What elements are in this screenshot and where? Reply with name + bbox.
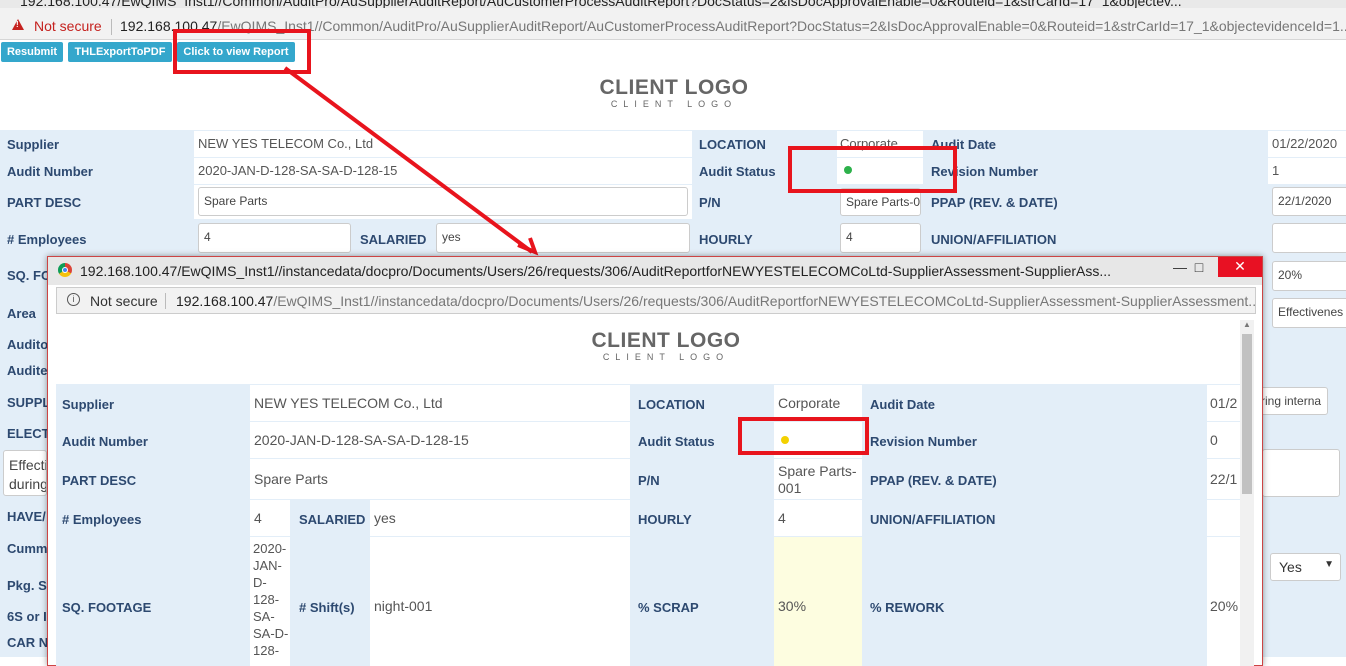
popup-title: 192.168.100.47/EwQIMS_Inst1//instancedat… (80, 263, 1112, 279)
popup-audit-date-value: 01/2 (1207, 385, 1240, 421)
popup-salaried-label: SALARIED (291, 500, 370, 536)
popup-employees-label: # Employees (56, 500, 250, 536)
popup-pn-value: Spare Parts- 001 (774, 459, 862, 499)
popup-location-value: Corporate (774, 385, 862, 421)
popup-ppap-value: 22/1 (1207, 459, 1240, 499)
popup-employees-value: 4 (250, 500, 290, 536)
annotation-box-status-popup (738, 417, 869, 455)
scroll-up-icon[interactable]: ▲ (1243, 320, 1251, 329)
popup-audit-number-label: Audit Number (56, 422, 250, 458)
popup-sq-footage-label: SQ. FOOTAGE (56, 537, 250, 666)
popup-audit-number-value: 2020-JAN-D-128-SA-SA-D-128-15 (250, 422, 630, 458)
popup-hourly-label: HOURLY (631, 500, 774, 536)
popup-audit-date-label: Audit Date (863, 385, 1207, 421)
popup-location-label: LOCATION (631, 385, 774, 421)
popup-rework-value: 20% (1207, 537, 1240, 666)
popup-hourly-value: 4 (774, 500, 862, 536)
separator (165, 293, 166, 309)
popup-salaried-value: yes (370, 500, 630, 536)
popup-revision-value: 0 (1207, 422, 1240, 458)
popup-rework-label: % REWORK (863, 537, 1207, 666)
popup-address-bar[interactable]: i Not secure 192.168.100.47/EwQIMS_Inst1… (56, 287, 1256, 314)
popup-part-desc-label: PART DESC (56, 459, 250, 499)
report-popup-window[interactable]: 192.168.100.47/EwQIMS_Inst1//instancedat… (47, 256, 1263, 666)
popup-supplier-label: Supplier (56, 385, 250, 421)
info-icon: i (67, 293, 80, 306)
close-icon[interactable]: ✕ (1218, 257, 1262, 277)
maximize-icon[interactable]: □ (1188, 257, 1210, 279)
popup-ppap-label: PPAP (REV. & DATE) (863, 459, 1207, 499)
popup-shift-label: # Shift(s) (291, 537, 370, 666)
arrow-head (517, 237, 539, 256)
popup-pn-label: P/N (631, 459, 774, 499)
popup-union-label: UNION/AFFILIATION (863, 500, 1207, 536)
popup-client-logo: CLIENT LOGO CLIENT LOGO (591, 329, 741, 363)
popup-shift-value: night-001 (370, 537, 630, 666)
popup-revision-label: Revision Number (863, 422, 1207, 458)
popup-supplier-value: NEW YES TELECOM Co., Ltd (250, 385, 630, 421)
arrow-line (283, 66, 534, 254)
popup-scrap-value: 30% (774, 537, 862, 666)
popup-title-bar[interactable]: 192.168.100.47/EwQIMS_Inst1//instancedat… (48, 257, 1262, 285)
popup-scrap-label: % SCRAP (631, 537, 774, 666)
chrome-icon-center (62, 267, 68, 273)
popup-sq-footage-value: 2020- JAN- D- 128- SA- SA-D- 128- (250, 537, 290, 666)
scrollbar-thumb[interactable] (1242, 334, 1252, 494)
popup-document: CLIENT LOGO CLIENT LOGO Supplier NEW YES… (56, 318, 1240, 666)
popup-url[interactable]: 192.168.100.47/EwQIMS_Inst1//instancedat… (176, 293, 1255, 309)
popup-scrollbar[interactable]: ▲ (1240, 320, 1254, 666)
popup-union-value (1207, 500, 1240, 536)
popup-part-desc-value: Spare Parts (250, 459, 630, 499)
popup-not-secure[interactable]: Not secure (90, 293, 158, 309)
